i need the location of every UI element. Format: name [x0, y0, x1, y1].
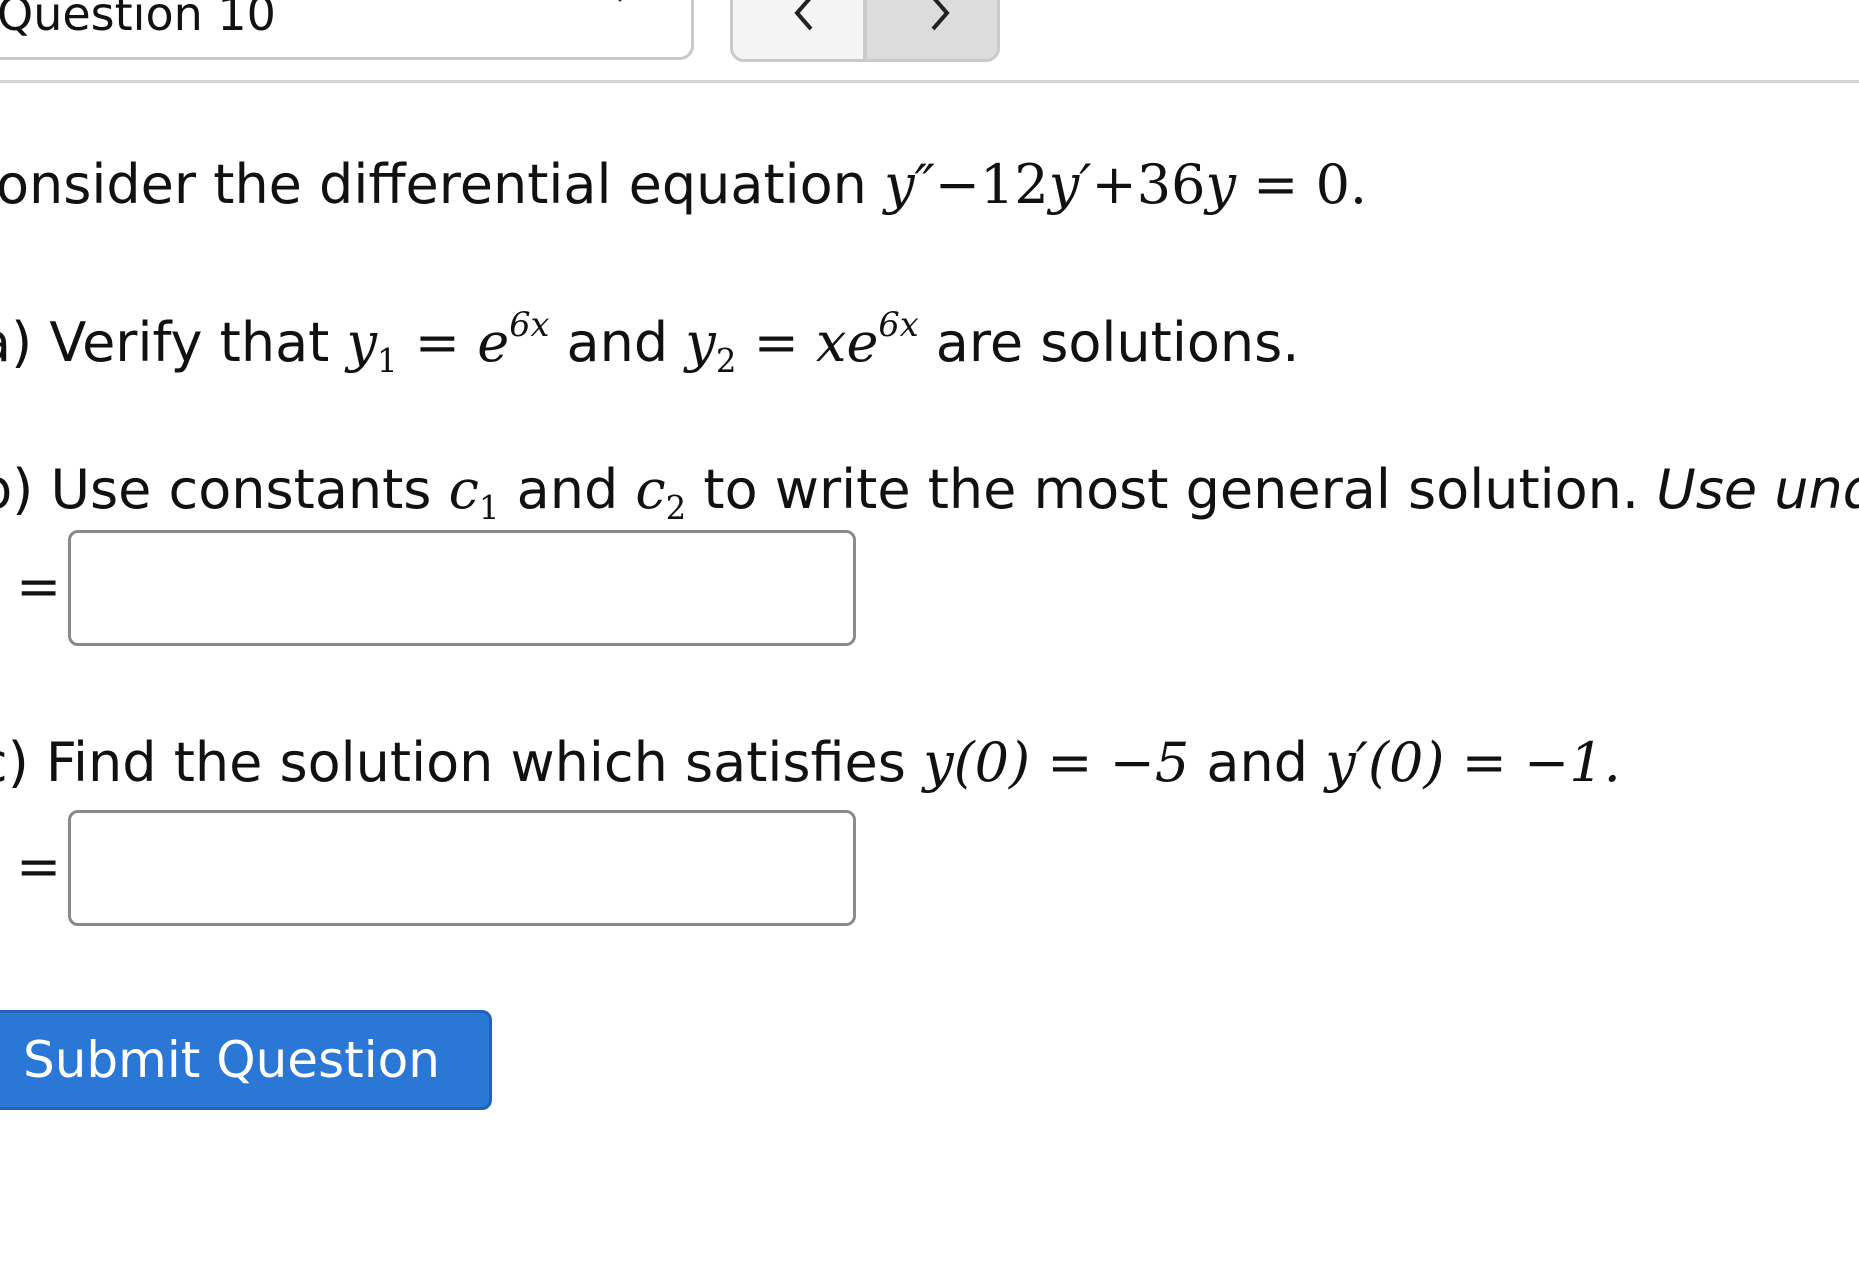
question-select-dropdown[interactable]: Question 10	[0, 0, 694, 60]
and-text: and	[499, 458, 636, 521]
and-text: and	[549, 311, 686, 374]
math-equals: =	[736, 311, 816, 374]
answer-b-input[interactable]	[68, 530, 856, 646]
previous-question-button[interactable]	[733, 0, 867, 59]
part-c-prompt: c) Find the solution which satisfies y(0…	[0, 736, 1621, 790]
header-divider	[0, 80, 1859, 83]
math-y2-subscript: 2	[715, 342, 737, 381]
question-nav-buttons	[730, 0, 1000, 62]
part-a-tail: are solutions.	[918, 311, 1300, 374]
math-c2-subscript: 2	[665, 489, 687, 528]
math-xe: xe	[816, 311, 879, 374]
submit-question-button[interactable]: Submit Question	[0, 1010, 492, 1110]
math-initial-condition-2: y′(0) = −1.	[1325, 731, 1621, 794]
math-exponent-6x: 6x	[509, 304, 550, 344]
math-c1-subscript: 1	[478, 489, 500, 528]
and-text: and	[1189, 731, 1326, 794]
part-a-label: a) Verify that	[0, 311, 347, 374]
math-c1: c	[448, 458, 479, 521]
chevron-left-icon	[794, 0, 813, 31]
math-y2: y	[685, 311, 716, 374]
part-b-label: b) Use constants	[0, 458, 449, 521]
chevron-down-icon	[603, 0, 637, 5]
question-select-label: Question 10	[0, 0, 276, 41]
part-b-instruction: Use under	[1656, 458, 1859, 521]
math-minus-12: −12	[934, 153, 1049, 216]
math-equals: =	[397, 311, 478, 374]
math-initial-condition-1: y(0) = −5	[923, 731, 1190, 794]
math-y-double-prime: y″	[884, 153, 935, 216]
math-e: e	[477, 311, 510, 374]
part-c-label: c) Find the solution which satisfies	[0, 731, 924, 794]
chevron-right-icon	[931, 0, 950, 31]
answer-c-input[interactable]	[68, 810, 856, 926]
math-equals-zero: = 0.	[1236, 153, 1368, 216]
intro-text: onsider the differential equation	[0, 153, 885, 216]
next-question-button[interactable]	[867, 0, 997, 59]
math-y-prime: y′	[1048, 153, 1092, 216]
question-intro: onsider the differential equation y″−12y…	[0, 158, 1367, 212]
math-plus-36: +36	[1091, 153, 1206, 216]
math-exponent-6x: 6x	[878, 304, 919, 344]
part-b-tail: to write the most general solution.	[686, 458, 1657, 521]
part-b-prompt: b) Use constants c1 and c2 to write the …	[0, 463, 1859, 525]
math-y: y	[1205, 153, 1236, 216]
math-y1: y	[346, 311, 378, 374]
question-page: Question 10 onsider the differential equ…	[0, 0, 1859, 1278]
part-a-prompt: a) Verify that y1 = e6x and y2 = xe6x ar…	[0, 308, 1299, 378]
answer-b-equals: =	[16, 555, 62, 618]
math-y1-subscript: 1	[377, 342, 398, 381]
math-c2: c	[635, 458, 666, 521]
answer-c-equals: =	[16, 835, 62, 898]
